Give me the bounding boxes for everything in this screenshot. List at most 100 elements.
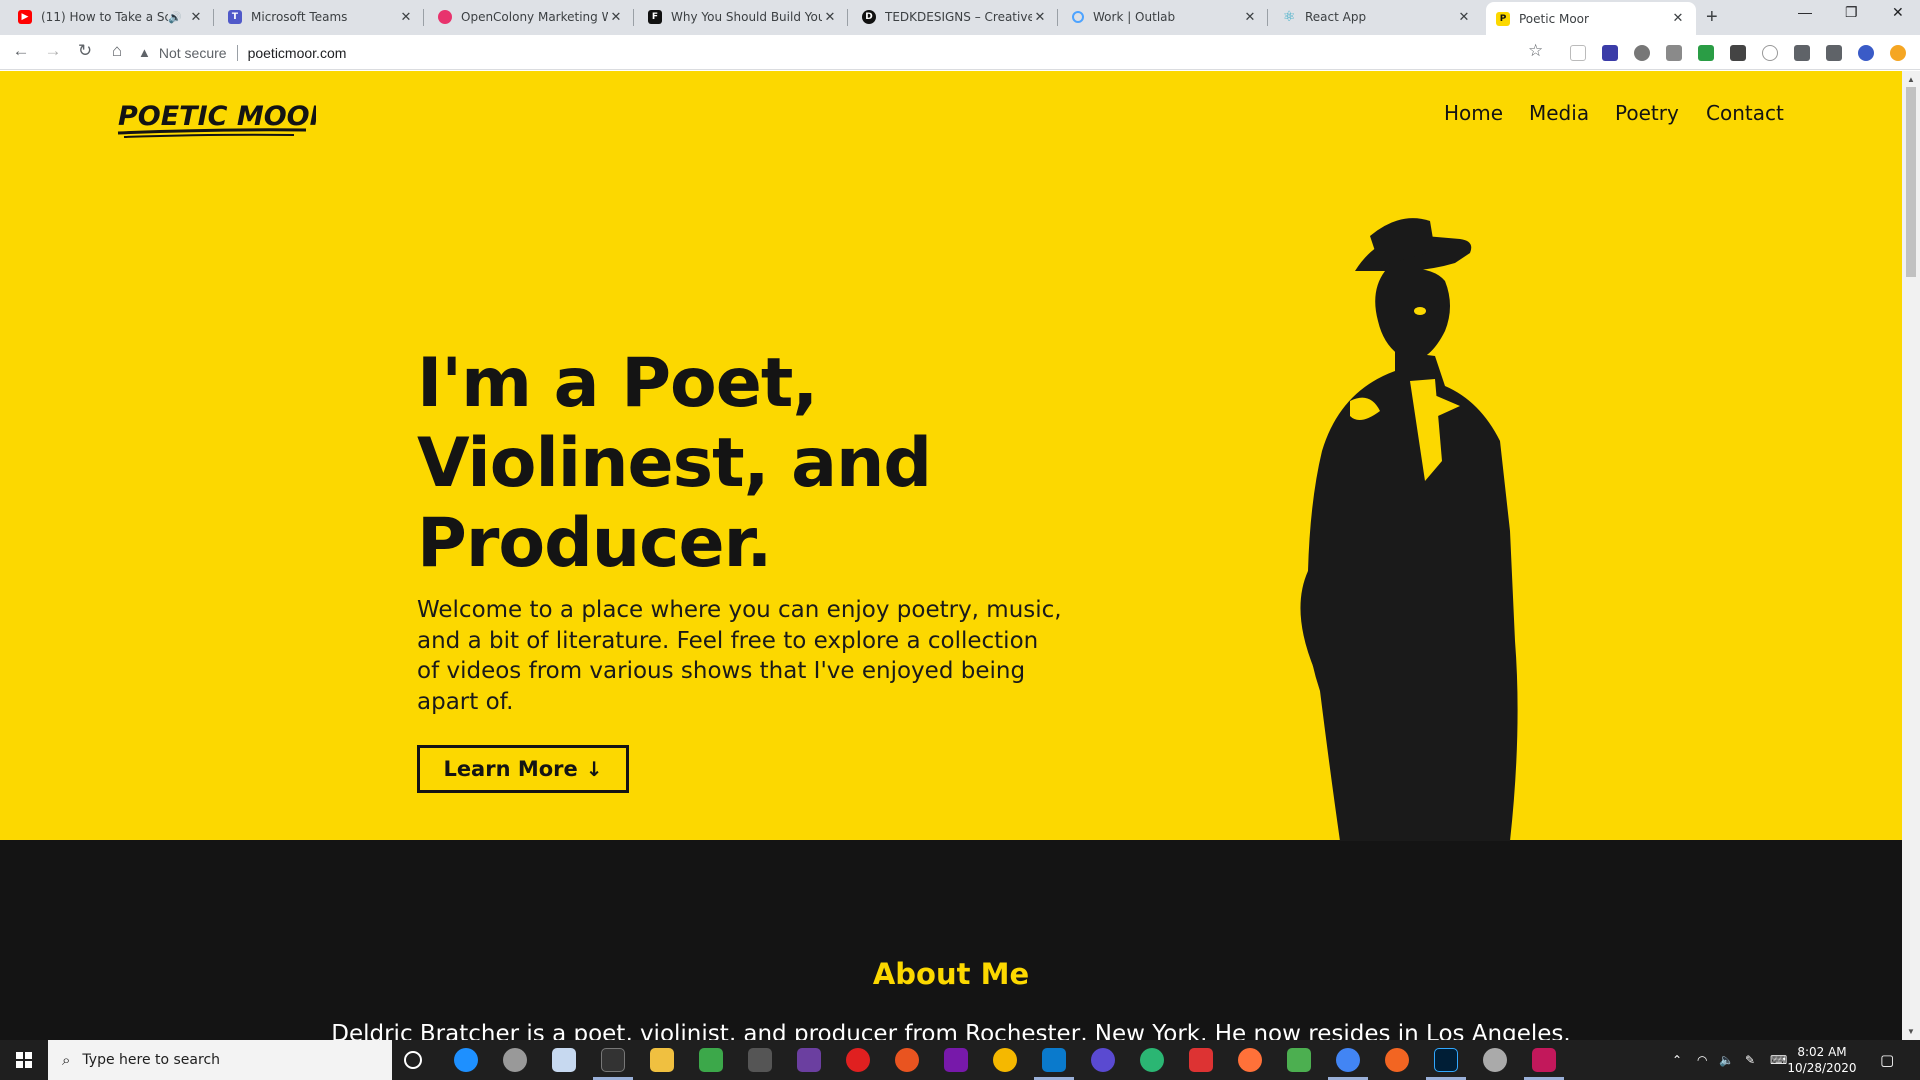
network-icon[interactable]: ◠ (1697, 1040, 1707, 1080)
app-icon[interactable] (797, 1048, 821, 1072)
edge-icon[interactable] (454, 1048, 478, 1072)
close-tab-icon[interactable]: ✕ (608, 10, 624, 25)
nav-poetry[interactable]: Poetry (1615, 101, 1679, 125)
tab-title: (11) How to Take a Screenshot (41, 10, 169, 24)
close-tab-icon[interactable]: ✕ (188, 10, 204, 25)
close-tab-icon[interactable]: ✕ (1242, 10, 1258, 25)
taskbar-search-box[interactable]: ⌕ Type here to search (48, 1040, 392, 1080)
tab-opencolony[interactable]: OpenColony Marketing Website ✕ (428, 0, 634, 34)
extension-icon[interactable] (1666, 45, 1682, 61)
tab-separator (633, 9, 634, 26)
profile-avatar-icon[interactable] (1858, 45, 1874, 61)
tab-outlab[interactable]: Work | Outlab ✕ (1062, 0, 1268, 34)
url-text[interactable]: poeticmoor.com (248, 45, 347, 61)
tab-react-app[interactable]: ⚛ React App ✕ (1272, 0, 1482, 34)
poet-silhouette-image (1300, 218, 1518, 841)
headline-line: I'm a Poet, (417, 344, 818, 423)
close-tab-icon[interactable]: ✕ (822, 10, 838, 25)
home-icon[interactable]: ⌂ (105, 41, 129, 63)
tab-poetic-moor[interactable]: P Poetic Moor ✕ (1486, 2, 1696, 35)
scroll-down-icon[interactable]: ▼ (1902, 1027, 1920, 1036)
update-icon[interactable] (1890, 45, 1906, 61)
vscode-icon[interactable] (1042, 1048, 1066, 1072)
postman-icon[interactable] (1385, 1048, 1409, 1072)
browser-toolbar: ← → ↻ ⌂ ▲ Not secure poeticmoor.com ☆ (0, 35, 1920, 70)
reading-list-icon[interactable] (1826, 45, 1842, 61)
tab-teams[interactable]: T Microsoft Teams ✕ (218, 0, 424, 34)
forward-icon[interactable]: → (41, 41, 65, 63)
app-icon[interactable] (503, 1048, 527, 1072)
extension-badge-icon[interactable] (1602, 45, 1618, 61)
scroll-thumb[interactable] (1906, 87, 1916, 277)
back-icon[interactable]: ← (9, 41, 33, 63)
app-icon[interactable] (993, 1048, 1017, 1072)
app-icon[interactable] (1532, 1048, 1556, 1072)
extension-icon[interactable] (1570, 45, 1586, 61)
onenote-icon[interactable] (944, 1048, 968, 1072)
extension-icon[interactable] (1730, 45, 1746, 61)
notifications-icon[interactable]: ▢ (1880, 1040, 1894, 1080)
close-tab-icon[interactable]: ✕ (1670, 11, 1686, 26)
scroll-up-icon[interactable]: ▲ (1902, 75, 1920, 84)
tab-separator (213, 9, 214, 26)
new-tab-icon[interactable]: + (1706, 6, 1718, 29)
tray-chevron-icon[interactable]: ⌃ (1672, 1040, 1682, 1080)
app-icon[interactable] (1483, 1048, 1507, 1072)
intro-line: Welcome to a place where you can enjoy p… (417, 597, 1062, 623)
app-icon[interactable] (1091, 1048, 1115, 1072)
page-scrollbar[interactable]: ▲ ▼ (1902, 71, 1920, 1040)
learn-more-button[interactable]: Learn More ↓ (417, 745, 629, 793)
app-icon[interactable] (748, 1048, 772, 1072)
audio-icon[interactable]: 🔊 (168, 11, 182, 24)
tab-tedkdesigns[interactable]: D TEDKDESIGNS – Creative Design ✕ (852, 0, 1058, 34)
poetic-moor-favicon-icon: P (1496, 11, 1510, 26)
tab-title: React App (1305, 10, 1367, 24)
site-logo[interactable]: POETIC MOOR (116, 93, 330, 143)
opera-icon[interactable] (846, 1048, 870, 1072)
extension-icon[interactable] (1634, 45, 1650, 61)
search-placeholder: Type here to search (82, 1052, 221, 1068)
ubuntu-icon[interactable] (895, 1048, 919, 1072)
app-icon[interactable] (699, 1048, 723, 1072)
tab-separator (423, 9, 424, 26)
photoshop-icon[interactable] (1434, 1048, 1458, 1072)
app-icon[interactable] (1140, 1048, 1164, 1072)
app-icon[interactable] (1189, 1048, 1213, 1072)
cortana-icon[interactable] (404, 1051, 422, 1069)
warning-icon[interactable]: ▲ (138, 45, 151, 60)
minimize-icon[interactable]: — (1798, 4, 1812, 20)
extension-icon[interactable] (1698, 45, 1714, 61)
intro-line: and a bit of literature. Feel free to ex… (417, 627, 1039, 654)
taskbar-clock[interactable]: 8:02 AM 10/28/2020 (1784, 1044, 1860, 1076)
close-tab-icon[interactable]: ✕ (398, 10, 414, 25)
bookmark-star-icon[interactable]: ☆ (1528, 41, 1543, 61)
tab-youtube[interactable]: ▶ (11) How to Take a Screenshot 🔊 ✕ (8, 0, 214, 34)
tab-separator (847, 9, 848, 26)
app-icon[interactable] (1287, 1048, 1311, 1072)
react-icon: ⚛ (1282, 9, 1296, 25)
pen-icon[interactable]: ✎ (1745, 1040, 1755, 1080)
tab-strip: ▶ (11) How to Take a Screenshot 🔊 ✕ T Mi… (0, 0, 1920, 35)
puzzle-icon[interactable] (1794, 45, 1810, 61)
volume-icon[interactable]: 🔈 (1719, 1040, 1734, 1080)
nav-contact[interactable]: Contact (1706, 101, 1784, 125)
firefox-icon[interactable] (1238, 1048, 1262, 1072)
tab-framer[interactable]: F Why You Should Build Your ✕ (638, 0, 848, 34)
windows-start-icon[interactable] (0, 1040, 48, 1080)
chrome-icon[interactable] (1336, 1048, 1360, 1072)
reload-icon[interactable]: ↻ (73, 41, 97, 63)
close-window-icon[interactable]: ✕ (1892, 4, 1904, 21)
extension-icon[interactable] (1762, 45, 1778, 61)
arrow-down-icon: ↓ (585, 757, 603, 781)
terminal-icon[interactable] (601, 1048, 625, 1072)
clock-time: 8:02 AM (1797, 1045, 1847, 1059)
restore-icon[interactable]: ❐ (1845, 4, 1858, 21)
security-label[interactable]: Not secure (159, 45, 227, 61)
calculator-icon[interactable] (552, 1048, 576, 1072)
close-tab-icon[interactable]: ✕ (1032, 10, 1048, 25)
close-tab-icon[interactable]: ✕ (1456, 10, 1472, 25)
file-explorer-icon[interactable] (650, 1048, 674, 1072)
nav-media[interactable]: Media (1529, 101, 1589, 125)
address-bar[interactable]: ▲ Not secure poeticmoor.com (138, 39, 1538, 66)
nav-home[interactable]: Home (1444, 101, 1503, 125)
